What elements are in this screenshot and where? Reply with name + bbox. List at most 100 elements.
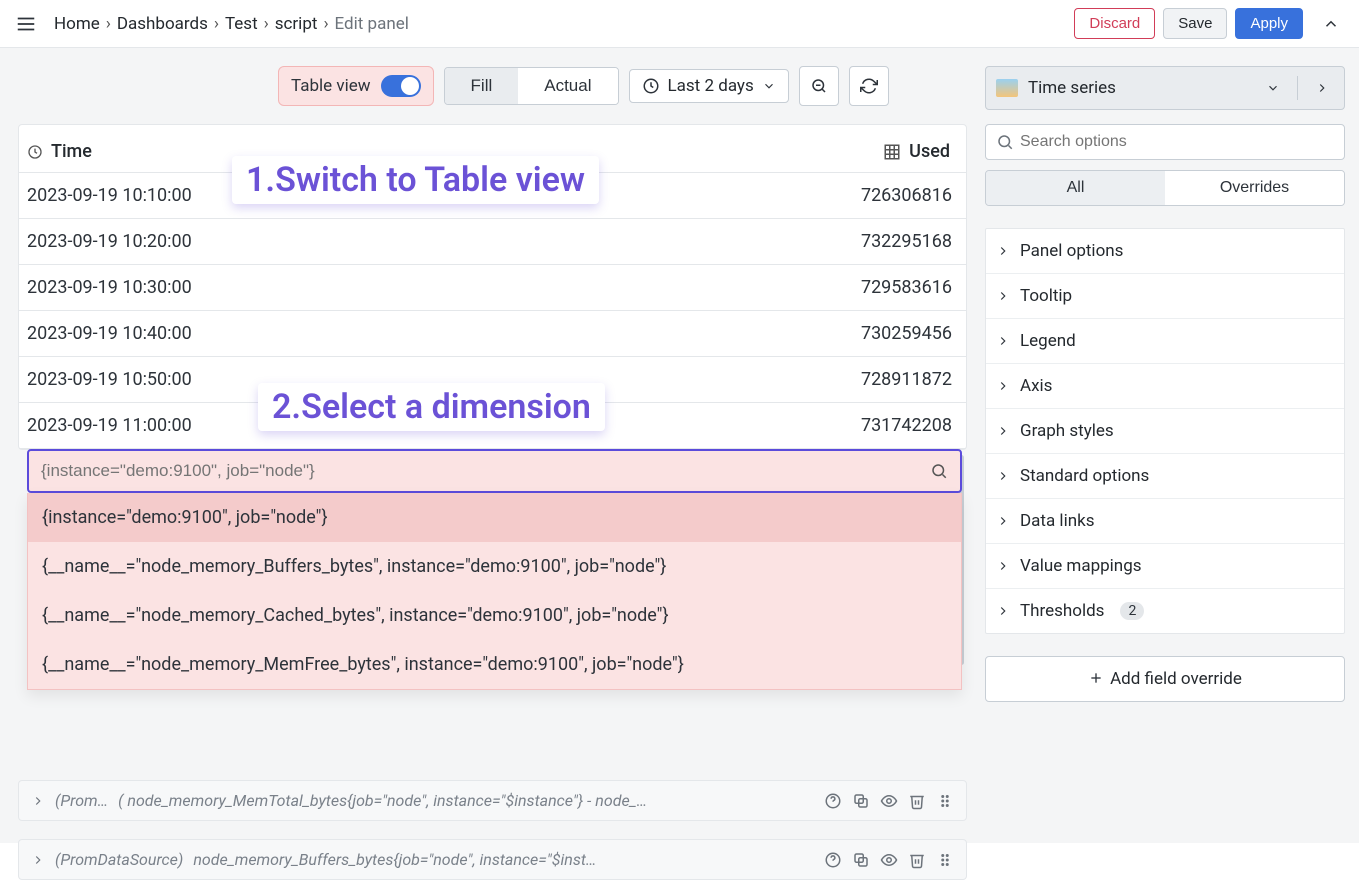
option-label: Thresholds xyxy=(1020,601,1104,621)
cell-used: 726306816 xyxy=(861,185,952,206)
save-button[interactable]: Save xyxy=(1163,8,1227,39)
options-list: Panel options Tooltip Legend Axis Graph styl… xyxy=(985,228,1345,634)
table-row[interactable]: 2023-09-19 10:30:00729583616 xyxy=(19,265,966,311)
trash-icon[interactable] xyxy=(908,851,926,869)
eye-icon[interactable] xyxy=(880,851,898,869)
help-icon[interactable] xyxy=(824,792,842,810)
breadcrumb-dashboards[interactable]: Dashboards xyxy=(117,14,208,34)
breadcrumb-script[interactable]: script xyxy=(275,14,318,34)
option-section[interactable]: Legend xyxy=(986,319,1344,364)
dimension-option[interactable]: {__name__="node_memory_Cached_bytes", in… xyxy=(28,591,961,640)
option-label: Standard options xyxy=(1020,466,1149,486)
cell-used: 732295168 xyxy=(861,231,952,252)
option-label: Axis xyxy=(1020,376,1052,396)
option-section[interactable]: Graph styles xyxy=(986,409,1344,454)
chevron-right-icon xyxy=(996,559,1010,573)
tab-overrides[interactable]: Overrides xyxy=(1165,171,1344,205)
option-section[interactable]: Thresholds2 xyxy=(986,589,1344,633)
expand-panel-button[interactable] xyxy=(1308,74,1336,102)
chevron-right-icon xyxy=(996,469,1010,483)
option-section[interactable]: Data links xyxy=(986,499,1344,544)
option-label: Data links xyxy=(1020,511,1094,531)
chevron-right-icon xyxy=(996,379,1010,393)
chevron-right-icon xyxy=(996,514,1010,528)
dimension-option[interactable]: {__name__="node_memory_Buffers_bytes", i… xyxy=(28,542,961,591)
option-section[interactable]: Standard options xyxy=(986,454,1344,499)
fill-button[interactable]: Fill xyxy=(445,68,519,104)
query-row[interactable]: (PromDataSource) node_memory_Buffers_byte… xyxy=(18,839,967,880)
chevron-right-icon xyxy=(996,334,1010,348)
help-icon[interactable] xyxy=(824,851,842,869)
option-section[interactable]: Panel options xyxy=(986,229,1344,274)
dimension-select: {instance="demo:9100", job="node"}{__nam… xyxy=(27,449,962,690)
table-row[interactable]: 2023-09-19 10:20:00 732295168 xyxy=(19,219,966,265)
dimension-option[interactable]: {instance="demo:9100", job="node"} xyxy=(28,493,961,542)
query-expression: node_memory_Buffers_bytes{job="node", in… xyxy=(193,850,814,869)
table-row[interactable]: 2023-09-19 10:40:00730259456 xyxy=(19,311,966,357)
drag-handle-icon[interactable] xyxy=(936,792,954,810)
zoom-out-button[interactable] xyxy=(799,66,839,106)
chevron-right-icon xyxy=(31,853,45,867)
time-range-picker[interactable]: Last 2 days xyxy=(629,69,789,103)
table-view-switch[interactable] xyxy=(381,75,421,97)
options-search-input[interactable] xyxy=(1020,133,1334,151)
grid-icon xyxy=(883,143,901,161)
query-row[interactable]: (Prom… ( node_memory_MemTotal_bytes{job="… xyxy=(18,780,967,821)
timeseries-icon xyxy=(996,79,1018,97)
visualization-picker[interactable]: Time series xyxy=(985,66,1345,110)
search-icon xyxy=(996,133,1014,151)
chevron-right-icon xyxy=(996,289,1010,303)
dimension-input-wrap[interactable] xyxy=(27,449,962,493)
cell-used: 730259456 xyxy=(861,323,952,344)
query-datasource: (Prom… xyxy=(55,791,108,810)
options-search[interactable] xyxy=(985,124,1345,160)
table-view-toggle[interactable]: Table view xyxy=(278,66,434,106)
actual-button[interactable]: Actual xyxy=(518,68,617,104)
chevron-right-icon xyxy=(996,244,1010,258)
breadcrumb-edit-panel: Edit panel xyxy=(335,14,409,34)
col-time-header[interactable]: Time xyxy=(51,141,92,162)
cell-used: 731742208 xyxy=(861,415,952,436)
dimension-input[interactable] xyxy=(41,461,930,481)
option-section[interactable]: Value mappings xyxy=(986,544,1344,589)
option-label: Tooltip xyxy=(1020,286,1072,306)
option-section[interactable]: Axis xyxy=(986,364,1344,409)
plus-icon xyxy=(1088,670,1104,686)
tab-all[interactable]: All xyxy=(986,171,1165,205)
annotation-2: 2.Select a dimension xyxy=(258,383,605,431)
query-datasource: (PromDataSource) xyxy=(55,850,183,869)
apply-button[interactable]: Apply xyxy=(1235,8,1303,39)
breadcrumb-test[interactable]: Test xyxy=(225,14,258,34)
refresh-button[interactable] xyxy=(849,66,889,106)
option-section[interactable]: Tooltip xyxy=(986,274,1344,319)
trash-icon[interactable] xyxy=(908,792,926,810)
chevron-right-icon xyxy=(996,604,1010,618)
discard-button[interactable]: Discard xyxy=(1074,8,1155,39)
query-rows: (Prom… ( node_memory_MemTotal_bytes{job="… xyxy=(18,780,967,880)
drag-handle-icon[interactable] xyxy=(936,851,954,869)
option-label: Graph styles xyxy=(1020,421,1114,441)
copy-icon[interactable] xyxy=(852,792,870,810)
menu-button[interactable] xyxy=(12,10,40,38)
time-range-label: Last 2 days xyxy=(668,76,754,96)
chevron-right-icon xyxy=(31,794,45,808)
collapse-panel-button[interactable] xyxy=(1315,8,1347,40)
chevron-right-icon xyxy=(996,424,1010,438)
copy-icon[interactable] xyxy=(852,851,870,869)
eye-icon[interactable] xyxy=(880,792,898,810)
fill-actual-segmented: Fill Actual xyxy=(444,67,619,105)
dimension-option[interactable]: {__name__="node_memory_MemFree_bytes", i… xyxy=(28,640,961,689)
add-field-override-button[interactable]: Add field override xyxy=(985,656,1345,702)
search-icon xyxy=(930,462,948,480)
cell-used: 729583616 xyxy=(861,277,952,298)
col-used-header[interactable]: Used xyxy=(909,141,950,162)
cell-time: 2023-09-19 10:10:00 xyxy=(27,185,192,206)
chevron-down-icon xyxy=(1259,74,1287,102)
breadcrumb: Home › Dashboards › Test › script › Edit… xyxy=(54,14,409,34)
cell-time: 2023-09-19 10:20:00 xyxy=(27,231,192,252)
clock-icon xyxy=(27,144,43,160)
query-expression: ( node_memory_MemTotal_bytes{job="node",… xyxy=(118,791,814,810)
breadcrumb-home[interactable]: Home xyxy=(54,14,100,34)
options-tabs: All Overrides xyxy=(985,170,1345,206)
option-label: Value mappings xyxy=(1020,556,1142,576)
